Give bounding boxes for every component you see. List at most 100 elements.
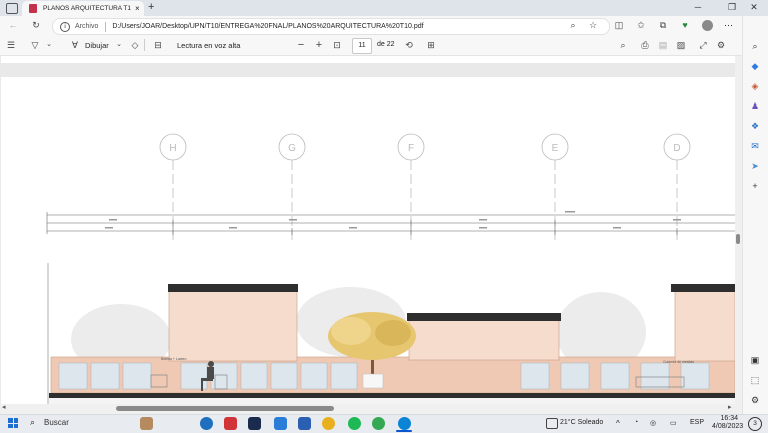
dimension-lines	[46, 212, 735, 235]
chrome-profile-icon[interactable]	[372, 417, 385, 430]
save-as-icon[interactable]: ▨	[674, 40, 688, 51]
taskbar-search-box[interactable]: Buscar	[44, 418, 69, 427]
outlook-icon[interactable]: ✉	[748, 139, 762, 153]
tab-actions-icon[interactable]	[6, 3, 18, 14]
zoom-out-button[interactable]: −	[294, 39, 308, 51]
notification-badge[interactable]: 3	[748, 417, 762, 431]
draw-pen-icon[interactable]: ∀	[68, 40, 82, 51]
scroll-right-arrow-icon[interactable]: ▸	[728, 403, 732, 411]
grid-label-e: E	[552, 143, 559, 154]
info-icon[interactable]: i	[60, 21, 70, 32]
save-icon[interactable]: ▤	[656, 40, 670, 51]
horizontal-scroll-thumb[interactable]	[116, 406, 334, 411]
page-total-label: de 22	[377, 41, 395, 48]
file-scheme-label: Archivo	[75, 23, 99, 30]
roof-right	[671, 284, 735, 292]
tab-close-icon[interactable]: ×	[135, 4, 140, 13]
add-app-icon[interactable]: +	[748, 179, 762, 193]
read-aloud-label[interactable]: Lectura en voz alta	[177, 41, 240, 50]
profile-avatar[interactable]	[702, 20, 713, 31]
vertical-scrollbar[interactable]	[735, 56, 742, 404]
split-screen-icon[interactable]: ◫	[612, 20, 626, 31]
draw-dropdown-icon[interactable]: ⌄	[112, 40, 126, 48]
tab-title: PLANOS ARQUITECTURA T10.pdf	[43, 5, 131, 12]
spotify-icon[interactable]	[348, 417, 361, 430]
refresh-icon[interactable]: ↻	[29, 20, 43, 31]
tray-icon-2[interactable]: ◎	[650, 419, 656, 427]
weather-icon[interactable]	[546, 418, 558, 429]
sidebar-toggle-icon[interactable]: ▣	[748, 353, 762, 367]
zoom-in-button[interactable]: +	[312, 39, 326, 51]
url-text[interactable]: D:/Users/JOAR/Desktop/UPN/T10/ENTREGA%20…	[112, 23, 423, 30]
drop-icon[interactable]: ➤	[748, 159, 762, 173]
browser-essentials-icon[interactable]: ♥	[678, 20, 692, 30]
tray-icon-1[interactable]: ◔	[634, 419, 638, 426]
read-aloud-icon[interactable]: ⊟	[151, 40, 165, 51]
tray-icon-3[interactable]: ▭	[670, 419, 677, 427]
pavilion-left	[168, 290, 298, 362]
taskbar-search-icon[interactable]: ⌕	[30, 417, 35, 428]
scroll-left-arrow-icon[interactable]: ◂	[2, 403, 6, 411]
edge-taskbar-icon[interactable]	[200, 417, 213, 430]
annotation-right: Cubierta de mesitas	[663, 360, 694, 364]
acrobat-icon[interactable]	[224, 417, 237, 430]
pavilion-right	[674, 290, 735, 362]
office-icon[interactable]: ❖	[748, 119, 762, 133]
word-icon[interactable]	[298, 417, 311, 430]
sidebar-search-icon[interactable]: ⌕	[748, 39, 762, 53]
page-view-icon[interactable]: ⊞	[424, 40, 438, 51]
horizontal-scrollbar[interactable]	[0, 404, 742, 414]
weather-text[interactable]: 21°C Soleado	[560, 419, 603, 426]
contents-list-icon[interactable]: ☰	[4, 40, 18, 51]
architectural-elevation-drawing: H G F E D Bebida + Lacteo Cubierta de me…	[46, 133, 735, 404]
fit-page-icon[interactable]: ⊡	[330, 40, 344, 51]
chrome-icon[interactable]	[322, 417, 335, 430]
favorites-icon[interactable]: ✩	[634, 20, 648, 31]
grid-label-d: D	[673, 143, 680, 154]
roof-center	[407, 313, 561, 321]
explorer-icon[interactable]	[274, 417, 287, 430]
highlight-dropdown-icon[interactable]: ⌄	[42, 40, 56, 48]
new-tab-button[interactable]: +	[148, 1, 154, 13]
clock[interactable]: 16:34 4/08/2023	[712, 415, 744, 431]
tray-chevron-icon[interactable]: ^	[616, 419, 620, 428]
vertical-scroll-thumb[interactable]	[736, 234, 740, 244]
roof-left	[168, 284, 298, 292]
fullscreen-icon[interactable]: ⤢	[696, 40, 710, 51]
tab-active[interactable]: PLANOS ARQUITECTURA T10.pdf ×	[22, 1, 144, 16]
ground-slab	[49, 393, 735, 398]
windows-start-icon[interactable]	[8, 418, 18, 428]
pdf-search-icon[interactable]: ⌕	[616, 40, 630, 51]
favorite-star-icon[interactable]: ☆	[586, 20, 600, 31]
shopping-icon[interactable]: ◆	[748, 59, 762, 73]
photoshop-icon[interactable]	[248, 417, 261, 430]
rotate-icon[interactable]: ⟲	[402, 40, 416, 51]
restore-button[interactable]: ❐	[724, 2, 740, 13]
eraser-icon[interactable]: ◇	[128, 40, 142, 51]
more-options-icon[interactable]: ⋯	[724, 20, 733, 31]
language-indicator[interactable]: ESP	[690, 419, 704, 426]
annotation-left: Bebida + Lacteo	[161, 357, 186, 361]
back-arrow-icon[interactable]: ←	[6, 20, 20, 30]
edge-active-icon[interactable]	[398, 417, 411, 430]
address-bar[interactable]: i Archivo D:/Users/JOAR/Desktop/UPN/T10/…	[52, 18, 610, 35]
pdf-viewport[interactable]: H G F E D Bebida + Lacteo Cubierta de me…	[0, 56, 742, 404]
grid-axes	[159, 133, 691, 242]
grid-label-g: G	[288, 143, 296, 154]
close-window-button[interactable]: ✕	[746, 2, 762, 13]
games-icon[interactable]: ♟	[748, 99, 762, 113]
page-number-input[interactable]: 11	[352, 38, 372, 54]
print-icon[interactable]: ⎙	[638, 40, 652, 51]
tools-icon[interactable]: ◈	[748, 79, 762, 93]
previous-page-edge	[1, 56, 735, 63]
clock-date: 4/08/2023	[712, 423, 744, 430]
pdf-settings-gear-icon[interactable]: ⚙	[714, 40, 728, 51]
zoom-icon[interactable]: ⌕	[566, 20, 580, 31]
draw-button-label[interactable]: Dibujar	[85, 41, 109, 50]
highlight-icon[interactable]: ▽	[28, 40, 42, 51]
screenshot-icon[interactable]: ⬚	[748, 373, 762, 387]
minimize-button[interactable]: ─	[690, 2, 706, 12]
clock-time: 16:34	[720, 415, 738, 422]
collections-icon[interactable]: ⧉	[656, 20, 670, 31]
sidebar-settings-icon[interactable]: ⚙	[748, 393, 762, 407]
